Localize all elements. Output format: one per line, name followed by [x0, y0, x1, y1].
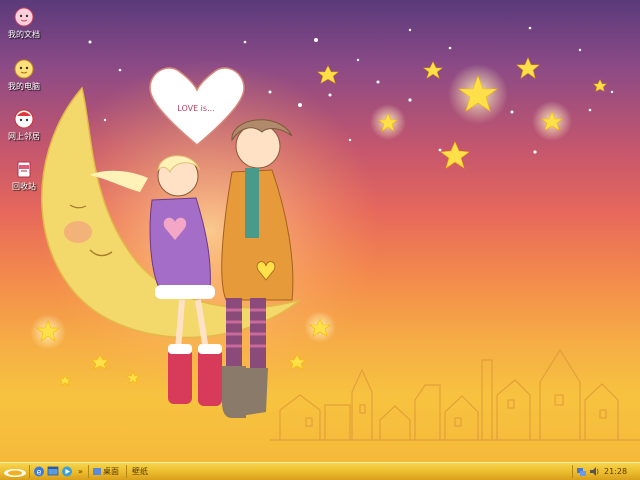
desktop-icon-label: 网上邻居 — [8, 132, 40, 141]
my-documents-icon — [14, 7, 34, 27]
desktop-icon-label: 我的文档 — [8, 30, 40, 39]
town-silhouette — [270, 348, 640, 441]
ie-icon[interactable]: e — [33, 465, 45, 478]
media-player-icon[interactable] — [61, 465, 73, 478]
svg-text:e: e — [37, 468, 42, 477]
show-desktop-icon[interactable] — [47, 465, 59, 478]
wallpaper-toolbar-label[interactable]: 壁纸 — [132, 465, 148, 478]
my-computer-icon — [14, 59, 34, 79]
desktop: LOVE is... 我的文档 我的电脑 网上邻居 回收站 — [0, 0, 640, 462]
desktop-icon-my-computer[interactable]: 我的电脑 — [0, 58, 48, 92]
desktop-icon-label: 我的电脑 — [8, 82, 40, 91]
desktop-icon-my-documents[interactable]: 我的文档 — [0, 6, 48, 40]
network-icon[interactable] — [576, 465, 587, 478]
start-logo-icon[interactable] — [3, 465, 27, 478]
taskbar: e » 桌面 壁纸 21:28 — [0, 462, 640, 480]
desktop-icon-network-places[interactable]: 网上邻居 — [0, 108, 48, 142]
desktop-toolbar-label[interactable]: 桌面 — [103, 465, 119, 478]
taskbar-separator — [29, 465, 30, 478]
wallpaper: LOVE is... — [30, 26, 640, 441]
network-places-icon — [14, 109, 34, 129]
desktop-icon-recycle-bin[interactable]: 回收站 — [0, 158, 48, 192]
taskbar-separator — [572, 465, 573, 478]
quick-launch-expand[interactable]: » — [78, 465, 83, 478]
clock[interactable]: 21:28 — [604, 465, 627, 478]
taskbar-separator — [126, 465, 127, 478]
recycle-bin-icon — [17, 161, 31, 178]
desktop-toolbar-icon — [93, 468, 101, 475]
taskbar-separator — [88, 465, 89, 478]
heart-text: LOVE is... — [177, 104, 214, 113]
desktop-icon-label: 回收站 — [12, 182, 36, 191]
volume-icon[interactable] — [589, 465, 600, 478]
